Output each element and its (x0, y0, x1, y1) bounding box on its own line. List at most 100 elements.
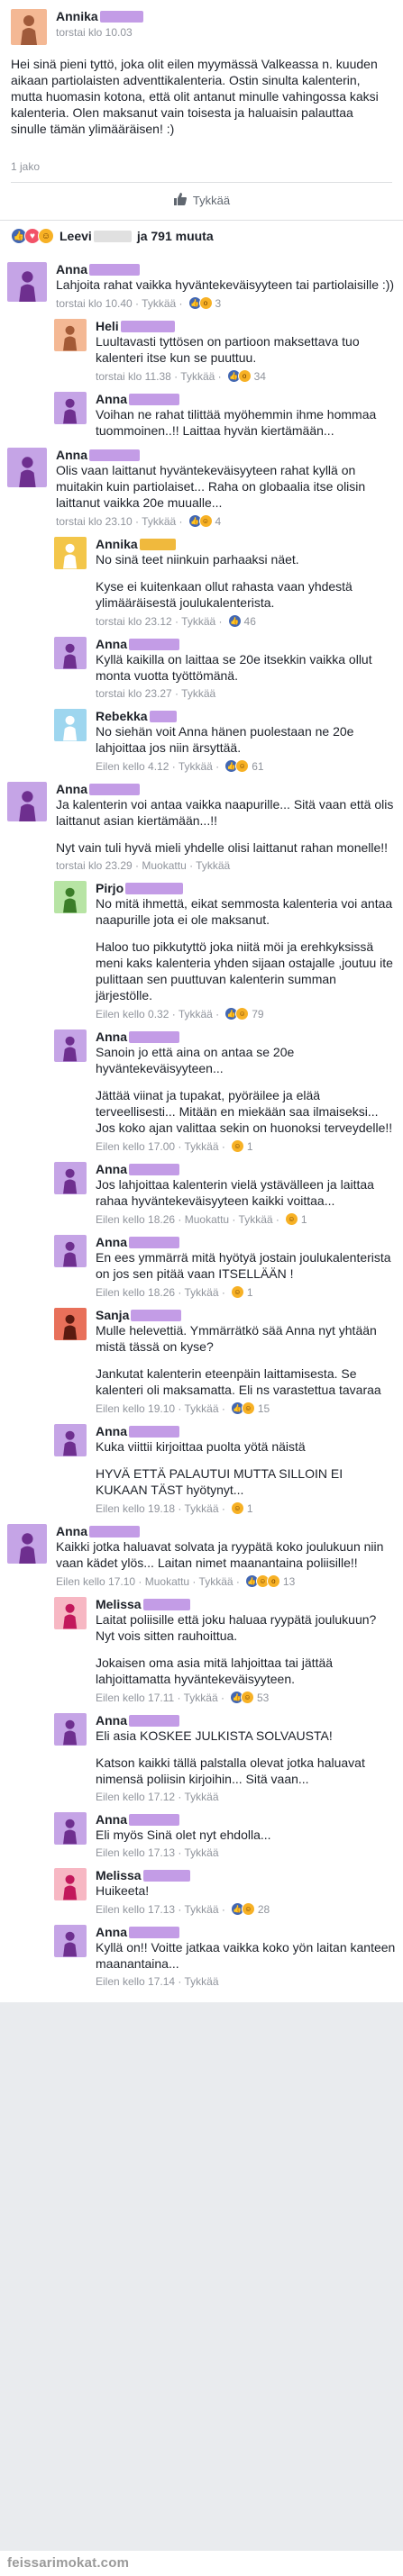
comment: Rebekka No siehän voit Anna hänen puolest… (54, 709, 396, 773)
commenter-avatar[interactable] (7, 782, 47, 821)
comment: Anna Voihan ne rahat tilittää myöhemmin i… (54, 392, 396, 439)
comment-list: Anna Lahjoita rahat vaikka hyväntekeväisy… (0, 251, 403, 2002)
commenter-avatar[interactable] (7, 448, 47, 487)
commenter-name[interactable]: Heli (96, 319, 396, 333)
commenter-name[interactable]: Anna (96, 637, 396, 651)
share-count[interactable]: 1 jako (11, 160, 392, 173)
commenter-name[interactable]: Anna (96, 1235, 396, 1249)
commenter-avatar[interactable] (54, 881, 87, 913)
commenter-name[interactable]: Anna (96, 1029, 396, 1044)
like-button[interactable]: Tykkää (11, 182, 392, 213)
commenter-avatar[interactable] (54, 637, 87, 669)
reactions-summary[interactable]: 👍 ♥ ☺ Leevi ja 791 muuta (0, 220, 403, 251)
commenter-name[interactable]: Anna (96, 392, 396, 406)
comment-meta[interactable]: torstai klo 23.10 · Tykkää · 👍 ☺ 4 (56, 514, 396, 528)
reaction-count: 28 (257, 1902, 270, 1916)
commenter-name[interactable]: Anna (96, 1812, 396, 1827)
comment-text: Eli myös Sinä olet nyt ehdolla... (96, 1828, 271, 1842)
post-author-avatar[interactable] (11, 9, 47, 45)
comment-meta[interactable]: Eilen kello 18.26 · Tykkää · ☺ 1 (96, 1285, 396, 1299)
commenter-name[interactable]: Anna (56, 782, 396, 796)
comment-meta[interactable]: torstai klo 23.12 · Tykkää · 👍 46 (96, 614, 396, 628)
comment: Anna En ees ymmärrä mitä hyötyä jostain j… (54, 1235, 396, 1299)
reaction-count: 1 (246, 1285, 253, 1299)
commenter-avatar[interactable] (7, 262, 47, 302)
commenter-name[interactable]: Anna (56, 262, 396, 277)
comment-meta[interactable]: Eilen kello 17.00 · Tykkää · ☺ 1 (96, 1139, 396, 1153)
haha-reaction-icon: ☺ (230, 1501, 244, 1515)
reaction-count: 46 (243, 614, 256, 628)
comment-meta[interactable]: Eilen kello 18.26 · Muokattu · Tykkää · ☺… (96, 1212, 396, 1226)
comment: Annika No sinä teet niinkuin parhaaksi nä… (54, 537, 396, 628)
comment-meta[interactable]: Eilen kello 4.12 · Tykkää · 👍 ☺ 61 (96, 759, 396, 773)
commenter-name[interactable]: Anna (96, 1713, 396, 1728)
commenter-avatar[interactable] (54, 709, 87, 741)
redaction-blur (129, 1163, 179, 1175)
comment-text: No siehän voit Anna hänen puolestaan ne … (96, 724, 354, 755)
comment-meta[interactable]: torstai klo 11.38 · Tykkää · 👍 o 34 (96, 369, 396, 383)
comment-meta[interactable]: Eilen kello 17.13 · Tykkää (96, 1846, 396, 1859)
redaction-blur (129, 1813, 179, 1826)
reaction-count: 1 (300, 1212, 307, 1226)
haha-reaction-icon: ☺ (38, 228, 54, 244)
comment-text: No sinä teet niinkuin parhaaksi näet. Kys… (96, 552, 353, 610)
post-author-name[interactable]: Annika (56, 9, 143, 23)
comment-text: No mitä ihmettä, eikat semmosta kalenter… (96, 896, 393, 1002)
commenter-avatar[interactable] (54, 537, 87, 569)
redaction-blur (129, 1926, 179, 1938)
comment-meta[interactable]: torstai klo 23.27 · Tykkää (96, 687, 396, 700)
redaction-blur (131, 1309, 182, 1321)
redaction-blur (129, 1425, 179, 1438)
comment-meta[interactable]: torstai klo 23.29 · Muokattu · Tykkää (56, 859, 396, 872)
commenter-name[interactable]: Melissa (96, 1868, 396, 1882)
comment-meta[interactable]: Eilen kello 0.32 · Tykkää · 👍 ☺ 79 (96, 1007, 396, 1020)
commenter-name[interactable]: Melissa (96, 1597, 396, 1611)
like-label: Tykkää (192, 194, 231, 207)
comment: Anna Jos lahjoittaa kalenterin vielä ystä… (54, 1162, 396, 1226)
commenter-name[interactable]: Anna (96, 1925, 396, 1939)
commenter-name[interactable]: Pirjo (96, 881, 396, 895)
commenter-name[interactable]: Anna (96, 1424, 396, 1438)
comment-meta[interactable]: Eilen kello 17.12 · Tykkää (96, 1791, 396, 1803)
commenter-name[interactable]: Anna (96, 1162, 396, 1176)
comment-meta[interactable]: Eilen kello 17.10 · Muokattu · Tykkää · 👍… (56, 1574, 396, 1588)
commenter-avatar[interactable] (54, 1597, 87, 1629)
commenter-avatar[interactable] (54, 1812, 87, 1845)
commenter-name[interactable]: Rebekka (96, 709, 396, 723)
comment-text: Mulle helevettiä. Ymmärrätkö sää Anna ny… (96, 1323, 381, 1397)
commenter-avatar[interactable] (54, 1868, 87, 1900)
comment-meta[interactable]: Eilen kello 17.11 · Tykkää · 👍 ☺ 53 (96, 1691, 396, 1704)
commenter-avatar[interactable] (54, 1424, 87, 1456)
commenter-name[interactable]: Anna (56, 448, 396, 462)
commenter-avatar[interactable] (54, 319, 87, 351)
redaction-blur (129, 1030, 179, 1043)
redaction-blur (139, 538, 176, 550)
commenter-avatar[interactable] (7, 1524, 47, 1564)
commenter-avatar[interactable] (54, 1235, 87, 1267)
commenter-name[interactable]: Anna (56, 1524, 396, 1538)
post-timestamp[interactable]: torstai klo 10.03 (56, 26, 143, 39)
commenter-avatar[interactable] (54, 1713, 87, 1746)
commenter-avatar[interactable] (54, 1308, 87, 1340)
commenter-avatar[interactable] (54, 1925, 87, 1957)
commenter-avatar[interactable] (54, 392, 87, 424)
comment-text: Laitat poliisille että joku haluaa ryypä… (96, 1612, 377, 1686)
commenter-name[interactable]: Sanja (96, 1308, 396, 1322)
comment-meta[interactable]: Eilen kello 19.10 · Tykkää · 👍 ☺ 15 (96, 1401, 396, 1415)
commenter-name[interactable]: Annika (96, 537, 396, 551)
comment-text: Jos lahjoittaa kalenterin vielä ystäväll… (96, 1177, 374, 1208)
footer: feissarimokat.com (0, 2551, 403, 2576)
commenter-avatar[interactable] (54, 1029, 87, 1062)
reaction-count: 53 (256, 1691, 270, 1704)
comment-text: Kaikki jotka haluavat solvata ja ryypätä… (56, 1539, 384, 1570)
comment-text: Kyllä on!! Voitte jatkaa vaikka koko yön… (96, 1940, 396, 1971)
comment-meta[interactable]: Eilen kello 17.14 · Tykkää (96, 1975, 396, 1988)
reaction-count: 13 (282, 1574, 296, 1588)
haha-reaction-icon: ☺ (198, 514, 213, 528)
comment-text: Kyllä kaikilla on laittaa se 20e itsekki… (96, 652, 372, 683)
comment-meta[interactable]: Eilen kello 19.18 · Tykkää · ☺ 1 (96, 1501, 396, 1515)
comment-meta[interactable]: torstai klo 10.40 · Tykkää · 👍 o 3 (56, 296, 396, 310)
comment-text: Kuka viittii kirjoittaa puolta yötä näis… (96, 1439, 343, 1497)
comment-meta[interactable]: Eilen kello 17.13 · Tykkää · 👍 ☺ 28 (96, 1902, 396, 1916)
commenter-avatar[interactable] (54, 1162, 87, 1194)
